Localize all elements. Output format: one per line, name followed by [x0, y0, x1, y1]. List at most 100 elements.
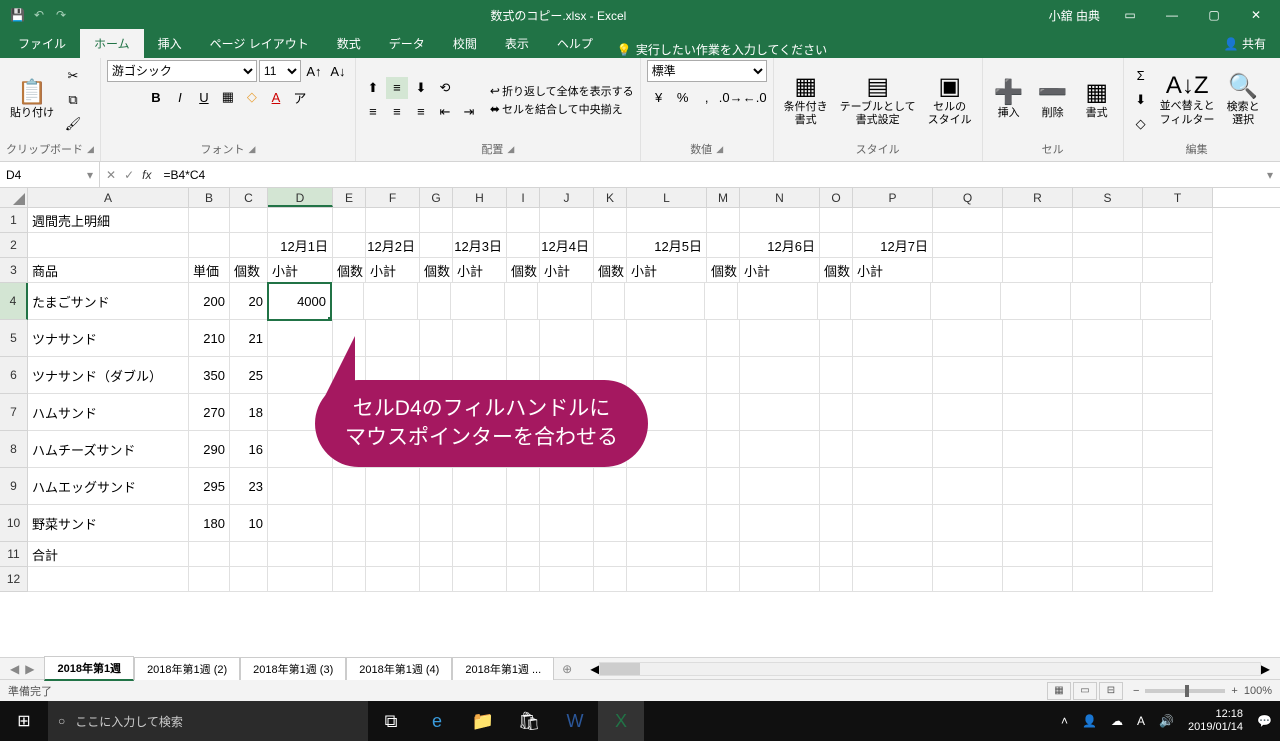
align-center-button[interactable]: ≡ — [386, 101, 408, 123]
taskbar-search[interactable]: ○ ここに入力して検索 — [48, 701, 368, 741]
cell[interactable] — [1143, 320, 1213, 357]
increase-font-button[interactable]: A↑ — [303, 60, 325, 82]
explorer-icon[interactable]: 📁 — [460, 701, 506, 741]
decrease-indent-button[interactable]: ⇤ — [434, 101, 456, 123]
cell[interactable] — [540, 208, 594, 233]
col-header[interactable]: C — [230, 188, 268, 207]
insert-cells-button[interactable]: ➕挿入 — [989, 76, 1029, 122]
cell[interactable] — [853, 567, 933, 592]
cell-styles-button[interactable]: ▣セルの スタイル — [924, 70, 976, 129]
cell[interactable] — [453, 468, 507, 505]
cell[interactable] — [333, 208, 366, 233]
col-header[interactable]: B — [189, 188, 230, 207]
cell[interactable] — [189, 233, 230, 258]
dropdown-icon[interactable]: ▾ — [87, 168, 93, 182]
cell[interactable] — [1001, 283, 1071, 320]
cell[interactable] — [740, 208, 820, 233]
cell[interactable] — [189, 567, 230, 592]
start-button[interactable]: ⊞ — [0, 701, 48, 741]
tab-review[interactable]: 校閲 — [439, 29, 491, 58]
cell[interactable] — [507, 208, 540, 233]
cell[interactable] — [420, 542, 453, 567]
row-header[interactable]: 10 — [0, 505, 28, 542]
cell[interactable] — [625, 283, 705, 320]
cell[interactable]: 23 — [230, 468, 268, 505]
cell[interactable] — [1003, 431, 1073, 468]
excel-icon[interactable]: X — [598, 701, 644, 741]
view-normal-button[interactable]: ▦ — [1047, 682, 1071, 700]
cell[interactable] — [1073, 258, 1143, 283]
cell[interactable] — [933, 258, 1003, 283]
cell[interactable]: 個数 — [420, 258, 453, 283]
cell[interactable] — [1073, 468, 1143, 505]
col-header[interactable]: N — [740, 188, 820, 207]
cell[interactable]: 単価 — [189, 258, 230, 283]
cell[interactable]: 個数 — [594, 258, 627, 283]
cell[interactable]: 12月2日 — [366, 233, 420, 258]
decrease-font-button[interactable]: A↓ — [327, 60, 349, 82]
align-left-button[interactable]: ≡ — [362, 101, 384, 123]
cell[interactable] — [1073, 505, 1143, 542]
cell[interactable] — [627, 542, 707, 567]
cell[interactable] — [333, 567, 366, 592]
ime-icon[interactable]: A — [1137, 714, 1145, 728]
cell[interactable] — [507, 233, 540, 258]
copy-button[interactable]: ⧉ — [62, 89, 84, 111]
cell[interactable]: 個数 — [707, 258, 740, 283]
cell[interactable] — [1003, 208, 1073, 233]
scroll-left-icon[interactable]: ◀ — [590, 662, 599, 676]
cell[interactable] — [268, 468, 333, 505]
cell[interactable] — [333, 468, 366, 505]
fill-handle[interactable] — [327, 316, 332, 321]
cell[interactable] — [420, 233, 453, 258]
cell[interactable] — [707, 233, 740, 258]
zoom-level[interactable]: 100% — [1244, 685, 1272, 697]
col-header[interactable]: E — [333, 188, 366, 207]
cell[interactable] — [366, 505, 420, 542]
col-header[interactable]: J — [540, 188, 594, 207]
cell[interactable]: 小計 — [627, 258, 707, 283]
cell[interactable]: 210 — [189, 320, 230, 357]
cell[interactable] — [740, 431, 820, 468]
cell[interactable] — [933, 233, 1003, 258]
cell[interactable]: 小計 — [453, 258, 507, 283]
col-header[interactable]: F — [366, 188, 420, 207]
cell[interactable] — [364, 283, 418, 320]
cell[interactable] — [331, 283, 364, 320]
cell[interactable] — [366, 320, 420, 357]
orientation-button[interactable]: ⟲ — [434, 77, 456, 99]
cell[interactable] — [853, 505, 933, 542]
enter-icon[interactable]: ✓ — [124, 168, 134, 182]
cell[interactable] — [1143, 394, 1213, 431]
cell[interactable] — [366, 567, 420, 592]
cell[interactable] — [538, 283, 592, 320]
cell[interactable] — [420, 320, 453, 357]
sheet-tab[interactable]: 2018年第1週 ... — [452, 657, 554, 680]
cell[interactable] — [507, 468, 540, 505]
formula-input[interactable] — [157, 168, 1260, 182]
increase-decimal-button[interactable]: .0→ — [720, 86, 742, 108]
cell[interactable] — [707, 468, 740, 505]
cell[interactable] — [594, 567, 627, 592]
cell[interactable]: 20 — [230, 283, 268, 320]
tab-help[interactable]: ヘルプ — [543, 29, 607, 58]
increase-indent-button[interactable]: ⇥ — [458, 101, 480, 123]
cell[interactable] — [707, 394, 740, 431]
cell[interactable] — [366, 208, 420, 233]
store-icon[interactable]: 🛍 — [506, 701, 552, 741]
align-right-button[interactable]: ≡ — [410, 101, 432, 123]
cell[interactable]: 小計 — [268, 258, 333, 283]
row-header[interactable]: 9 — [0, 468, 28, 505]
find-select-button[interactable]: 🔍検索と 選択 — [1223, 70, 1264, 129]
cell[interactable]: 個数 — [230, 258, 268, 283]
font-color-button[interactable]: A — [265, 86, 287, 108]
cell[interactable] — [627, 468, 707, 505]
col-header[interactable]: O — [820, 188, 853, 207]
bold-button[interactable]: B — [145, 86, 167, 108]
paste-button[interactable]: 📋 貼り付け — [6, 76, 58, 122]
maximize-icon[interactable]: ▢ — [1194, 0, 1234, 30]
cell[interactable] — [594, 233, 627, 258]
cell[interactable] — [1073, 233, 1143, 258]
cell[interactable] — [1003, 567, 1073, 592]
cell[interactable] — [540, 468, 594, 505]
